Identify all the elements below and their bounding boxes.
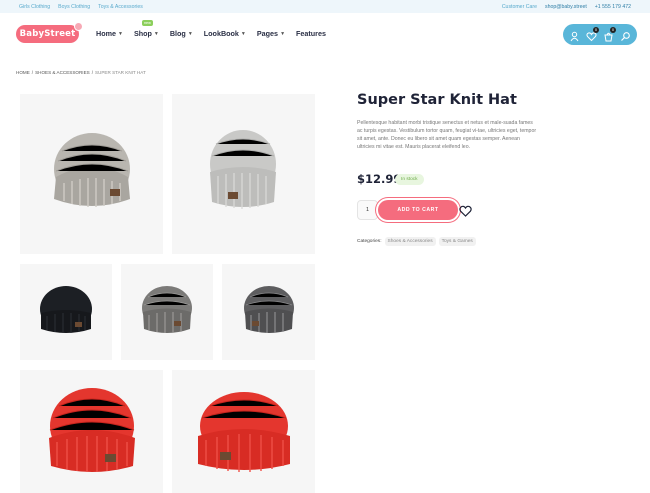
nav-item-lookbook[interactable]: LookBook ▼ xyxy=(204,29,246,38)
product-categories: Categories: Shoes & Accessories Toys & G… xyxy=(357,237,476,246)
category-tag[interactable]: Toys & Games xyxy=(438,237,476,246)
breadcrumb-separator: / xyxy=(91,70,93,75)
search-icon[interactable] xyxy=(620,29,631,41)
top-bar-links: Girls Clothing Boys Clothing Toys & Acce… xyxy=(19,4,143,10)
nav-label: Pages xyxy=(256,29,279,38)
wishlist-heart-icon[interactable] xyxy=(459,204,472,217)
site-logo[interactable]: BabyStreet xyxy=(16,22,83,43)
grey-beanie-image xyxy=(53,132,130,207)
product-image-6[interactable] xyxy=(20,370,163,493)
top-link-toys-accessories[interactable]: Toys & Accessories xyxy=(98,4,143,10)
product-image-5[interactable] xyxy=(222,264,315,360)
nav-label: LookBook xyxy=(203,29,239,38)
user-icon[interactable] xyxy=(569,29,580,42)
add-to-cart-button[interactable]: ADD TO CART xyxy=(378,200,458,220)
chevron-down-icon: ▼ xyxy=(280,30,286,37)
chevron-down-icon: ▼ xyxy=(240,30,246,37)
product-image-2[interactable] xyxy=(172,94,315,254)
nav-item-pages[interactable]: Pages ▼ xyxy=(257,29,285,38)
charcoal-mix-beanie-image xyxy=(243,286,294,333)
top-bar: Girls Clothing Boys Clothing Toys & Acce… xyxy=(0,0,650,13)
red-beanie-image xyxy=(197,391,290,472)
header-actions: 0 0 xyxy=(563,24,637,45)
top-bar-contact: Customer Care shop@baby.street +1 555 17… xyxy=(502,4,631,10)
cart-icon[interactable]: 0 xyxy=(603,27,616,42)
logo-decoration xyxy=(74,22,83,31)
nav-item-blog[interactable]: Blog ▼ xyxy=(170,29,193,38)
breadcrumb-category[interactable]: SHOES & ACCESSORIES xyxy=(35,70,90,75)
cart-count: 0 xyxy=(610,27,616,33)
nav-item-shop[interactable]: new Shop ▼ xyxy=(133,20,159,38)
stock-badge: In stock xyxy=(395,174,424,185)
site-header: BabyStreet Home ▼ new Shop ▼ Blog ▼ Look… xyxy=(0,13,650,55)
nav-item-home[interactable]: Home ▼ xyxy=(96,29,123,38)
dark-grey-beanie-image xyxy=(142,286,192,333)
phone-number[interactable]: +1 555 179 472 xyxy=(595,4,631,10)
chevron-down-icon: ▼ xyxy=(117,30,123,37)
nav-label: Home xyxy=(96,29,116,38)
category-tag[interactable]: Shoes & Accessories xyxy=(384,237,436,246)
chevron-down-icon: ▼ xyxy=(153,30,159,37)
breadcrumb-home[interactable]: HOME xyxy=(16,70,30,75)
nav-label: Blog xyxy=(169,29,186,38)
light-grey-beanie-image xyxy=(210,130,276,209)
product-image-1[interactable] xyxy=(20,94,163,254)
main-nav: Home ▼ new Shop ▼ Blog ▼ LookBook ▼ Page… xyxy=(96,20,326,38)
nav-label: Features xyxy=(296,29,326,38)
breadcrumb: HOME / SHOES & ACCESSORIES / SUPER STAR … xyxy=(16,70,146,75)
breadcrumb-separator: / xyxy=(31,70,34,75)
top-link-boys-clothing[interactable]: Boys Clothing xyxy=(58,4,90,10)
product-image-3[interactable] xyxy=(20,264,112,360)
black-beanie-image xyxy=(40,286,92,333)
heart-icon[interactable]: 0 xyxy=(586,27,599,42)
customer-care-label: Customer Care xyxy=(501,4,537,10)
red-beanie-image xyxy=(48,387,135,472)
categories-label: Categories: xyxy=(357,239,382,244)
product-title: Super Star Knit Hat xyxy=(357,92,517,108)
chevron-down-icon: ▼ xyxy=(187,30,193,37)
wishlist-count: 0 xyxy=(593,27,599,33)
product-image-7[interactable] xyxy=(172,370,315,493)
nav-item-features[interactable]: Features xyxy=(296,29,326,38)
logo-text: BabyStreet xyxy=(19,29,76,39)
product-description: Pellentesque habitant morbi tristique se… xyxy=(357,120,537,150)
nav-label: Shop xyxy=(133,29,152,38)
new-badge: new xyxy=(141,20,153,26)
breadcrumb-current: SUPER STAR KNIT HAT xyxy=(94,70,146,75)
product-image-4[interactable] xyxy=(121,264,213,360)
email-link[interactable]: shop@baby.street xyxy=(545,4,587,10)
quantity-input[interactable]: 1 xyxy=(357,200,378,220)
top-link-girls-clothing[interactable]: Girls Clothing xyxy=(19,4,50,10)
